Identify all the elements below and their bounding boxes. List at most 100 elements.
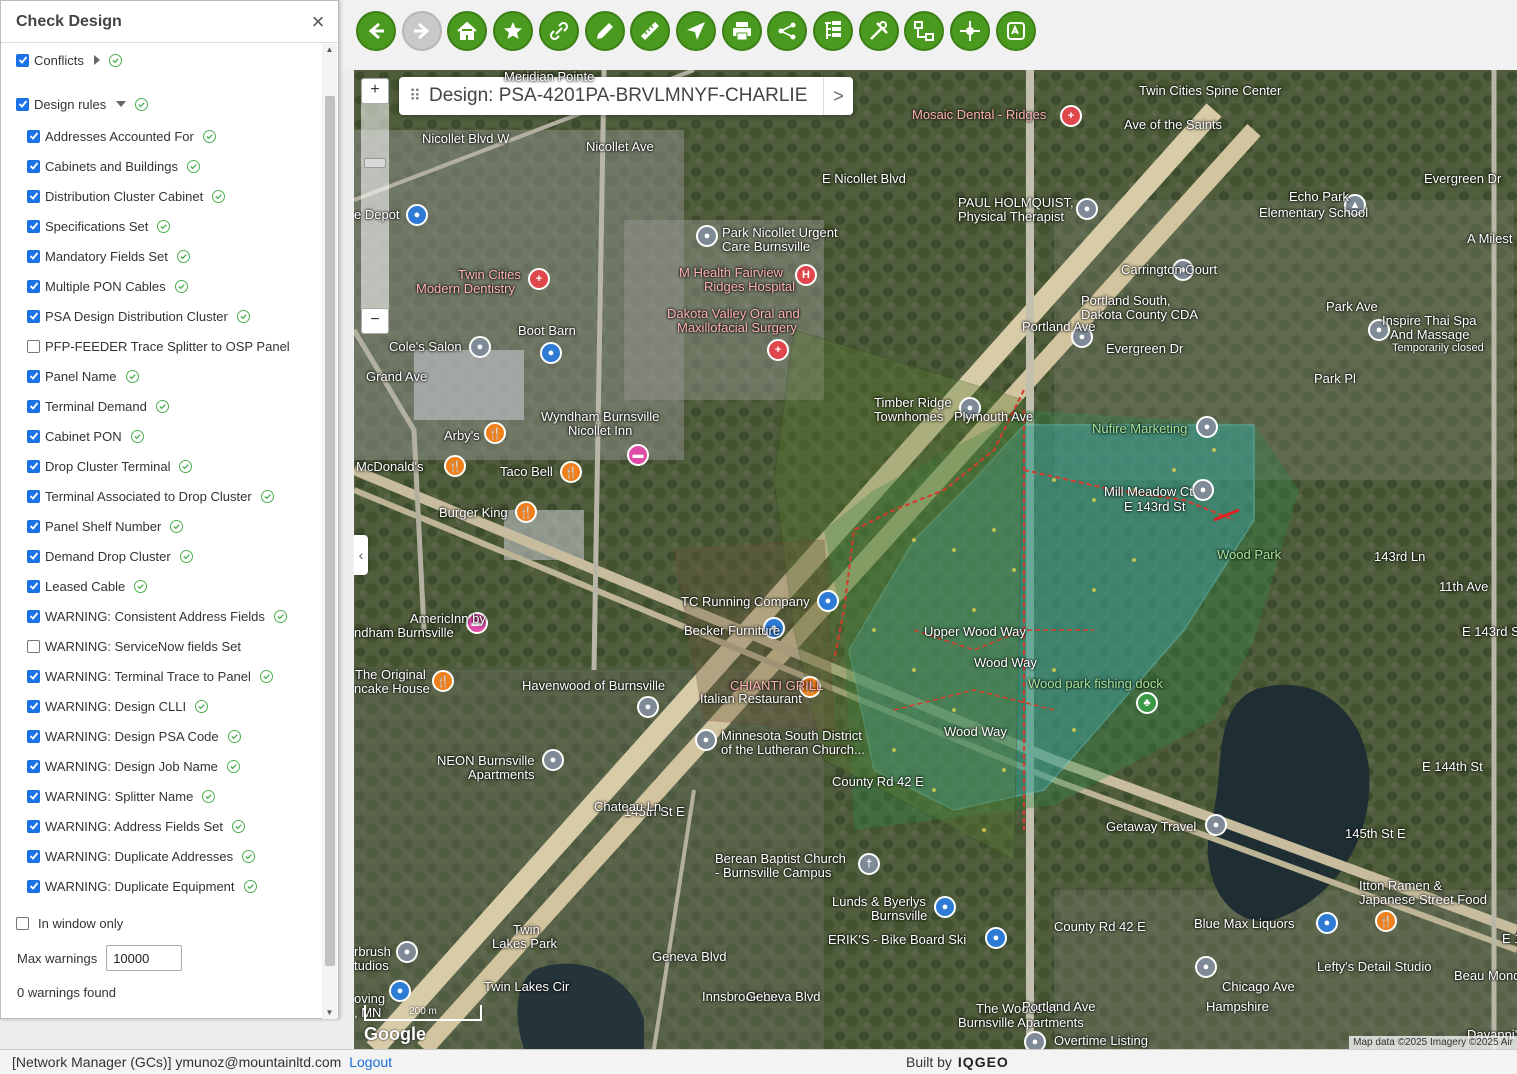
design-rule-checkbox[interactable] [27,699,40,713]
map-label[interactable]: Timber Ridge [874,396,952,410]
collapse-panel-button[interactable]: ‹ [354,535,368,575]
design-rule-checkbox[interactable] [27,279,40,293]
map-label[interactable]: Beau Monde Sal [1454,969,1517,983]
map-label[interactable]: Dakota Valley Oral and [667,307,800,321]
map-label[interactable]: E 146th St [1502,932,1517,946]
map-label[interactable]: Mill Meadow Ct [1104,485,1193,499]
map-label[interactable]: tudios [354,959,389,973]
food-pin-icon[interactable]: 🍴 [1375,910,1397,932]
panel-scrollbar[interactable]: ▲ ▼ [322,44,337,1019]
map-label[interactable]: Wyndham Burnsville [541,410,659,424]
design-rule-checkbox[interactable] [27,549,40,563]
food-pin-icon[interactable]: 🍴 [560,461,582,483]
design-rule-checkbox[interactable] [27,309,40,323]
map-label[interactable]: 11th Ave [1439,580,1488,594]
map-label[interactable]: e Depot [354,208,400,222]
design-rule-checkbox[interactable] [27,489,40,503]
shop-pin-icon[interactable]: ● [389,980,411,1002]
map-label[interactable]: of the Lutheran Church... [721,743,865,757]
map-label[interactable]: E 143rd St [1462,625,1517,639]
place-pin-icon[interactable]: ● [1196,416,1218,438]
map-label[interactable]: Care Burnsville [722,240,810,254]
map-label[interactable]: E 143rd St [1124,500,1185,514]
design-rule-checkbox[interactable] [27,639,40,653]
collapse-caret-icon[interactable] [116,101,127,107]
design-rule-checkbox[interactable] [27,609,40,623]
design-rule-checkbox[interactable] [27,429,40,443]
map-label[interactable]: Havenwood of Burnsville [522,679,665,693]
map-label[interactable]: Chateau Ln [594,800,661,814]
map-label[interactable]: Nicollet Blvd W [422,132,509,146]
zoom-in-button[interactable]: + [361,78,389,104]
map-label[interactable]: Hampshire [1206,1000,1269,1014]
design-next-button[interactable]: > [823,77,853,115]
design-rule-checkbox[interactable] [27,579,40,593]
hotel-pin-icon[interactable]: ▬ [627,444,649,466]
sign-button[interactable] [995,11,1036,51]
tree-list-button[interactable] [813,11,853,51]
design-rule-checkbox[interactable] [27,849,40,863]
hospital-pin-icon[interactable]: H [795,264,817,286]
map-label[interactable]: Plymouth Ave [954,410,1033,424]
map-label[interactable]: Lunds & Byerlys [832,895,926,909]
food-pin-icon[interactable]: 🍴 [444,455,466,477]
map-label[interactable]: Italian Restaurant [700,692,802,706]
forward-button[interactable] [401,11,442,51]
map-label[interactable]: ncake House [354,682,430,696]
star-button[interactable] [493,11,534,51]
zoom-slider-handle[interactable] [364,158,386,168]
map-label[interactable]: Mosaic Dental - Ridges [912,108,1046,122]
shop-pin-icon[interactable]: ● [985,927,1007,949]
scroll-up-icon[interactable]: ▲ [322,44,337,56]
place-pin-icon[interactable]: ● [695,729,717,751]
map-label[interactable]: Portland Ave [1022,320,1095,334]
scroll-down-icon[interactable]: ▼ [322,1007,337,1019]
map-label[interactable]: Wood Way [944,725,1007,739]
place-pin-icon[interactable]: ● [1195,956,1217,978]
map-label[interactable]: Ave of the Saints [1124,118,1222,132]
design-rule-checkbox[interactable] [27,759,40,773]
map-label[interactable]: Twin Cities Spine Center [1139,84,1281,98]
map-label[interactable]: ndham Burnsville [354,626,454,640]
design-rule-checkbox[interactable] [27,219,40,233]
design-rule-checkbox[interactable] [27,159,40,173]
share-button[interactable] [767,11,808,51]
map-label[interactable]: Dakota County CDA [1081,308,1198,322]
place-pin-icon[interactable]: ● [637,696,659,718]
map-label[interactable]: Townhomes [874,410,943,424]
ruler-button[interactable] [630,11,671,51]
map-label[interactable]: Boot Barn [518,324,576,338]
logout-link[interactable]: Logout [349,1054,392,1070]
scrollbar-thumb[interactable] [325,96,335,966]
map-label[interactable]: Elementary School [1259,206,1368,220]
map-label[interactable]: TC Running Company [681,595,810,609]
printer-button[interactable] [721,11,762,51]
map-label[interactable]: Geneva Blvd [746,990,820,1004]
map-label[interactable]: AmericInn by [410,612,486,626]
map-label[interactable]: Physical Therapist [958,210,1064,224]
map-attribution[interactable]: Map data ©2025 Imagery ©2025 Air [1349,1036,1517,1049]
map-label[interactable]: 143rd Ln [1374,550,1425,564]
place-pin-icon[interactable]: ● [1192,479,1214,501]
shop-pin-icon[interactable]: ● [1316,912,1338,934]
conflicts-checkbox[interactable] [16,53,29,67]
map-label[interactable]: Arby's [444,429,480,443]
connector-button[interactable] [950,11,991,51]
place-pin-icon[interactable]: ● [469,336,491,358]
map-label[interactable]: Inspire Thai Spa [1382,314,1476,328]
shop-pin-icon[interactable]: ● [540,342,562,364]
design-rule-checkbox[interactable] [27,819,40,833]
hospital-pin-icon[interactable]: + [767,339,789,361]
map-label[interactable]: Evergreen Dr [1424,172,1501,186]
design-rule-checkbox[interactable] [27,369,40,383]
map-label[interactable]: Twin Cities [458,268,521,282]
map-label[interactable]: County Rd 42 E [832,775,924,789]
map-label[interactable]: ERIK'S - Bike Board Ski [828,933,966,947]
link-button[interactable] [538,11,579,51]
expand-caret-icon[interactable] [93,55,100,65]
map-label[interactable]: Cole's Salon [389,340,462,354]
map-label[interactable]: Upper Wood Way [924,625,1026,639]
map-label[interactable]: E 144th St [1422,760,1483,774]
design-rules-checkbox[interactable] [16,97,29,111]
map-label[interactable]: Modern Dentistry [416,282,515,296]
